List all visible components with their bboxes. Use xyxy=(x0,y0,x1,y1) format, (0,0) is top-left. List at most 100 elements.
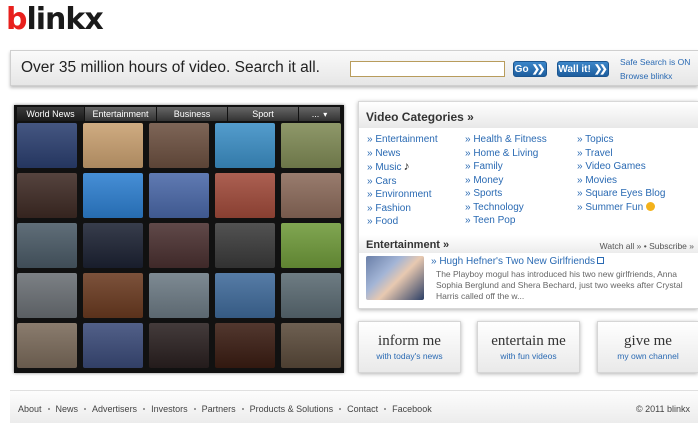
give-me-subtitle: my own channel xyxy=(617,351,679,361)
category-link-health-fitness[interactable]: » Health & Fitness xyxy=(465,133,577,147)
search-input[interactable] xyxy=(350,61,505,77)
footer-link-about[interactable]: About xyxy=(18,404,42,414)
video-categories-title[interactable]: Video Categories » xyxy=(359,102,698,128)
tab-more-label: ... xyxy=(311,109,320,119)
double-chevron-right-icon: ❯❯ xyxy=(531,63,546,75)
footer-separator xyxy=(84,408,87,410)
browse-blinkx-link[interactable]: Browse blinkx xyxy=(620,69,690,83)
category-link-sports[interactable]: » Sports xyxy=(465,187,577,201)
go-button[interactable]: Go ❯❯ xyxy=(513,61,547,77)
video-thumbnail[interactable] xyxy=(281,123,341,168)
subscribe-link[interactable]: Subscribe » xyxy=(649,241,694,251)
video-thumbnail[interactable] xyxy=(281,223,341,268)
video-thumbnail[interactable] xyxy=(17,173,77,218)
tab-world-news[interactable]: World News xyxy=(17,107,85,121)
video-thumbnail[interactable] xyxy=(17,273,77,318)
category-link-music[interactable]: » Music ♪ xyxy=(367,159,465,175)
category-column-1: » Entertainment » News » Music ♪ » Cars »… xyxy=(367,133,465,229)
footer-separator xyxy=(384,408,387,410)
video-thumbnail[interactable] xyxy=(83,223,143,268)
video-thumbnail[interactable] xyxy=(17,223,77,268)
footer-link-facebook[interactable]: Facebook xyxy=(392,404,432,414)
video-thumbnail[interactable] xyxy=(149,223,209,268)
entertain-me-button[interactable]: entertain me with fun videos xyxy=(477,321,580,373)
footer-separator xyxy=(193,408,196,410)
story-title: » Hugh Hefner's Two New Girlfriends xyxy=(431,256,596,267)
go-button-label: Go xyxy=(514,63,529,75)
footer-link-products-solutions[interactable]: Products & Solutions xyxy=(250,404,334,414)
video-thumbnail-grid xyxy=(17,123,341,368)
video-thumbnail[interactable] xyxy=(83,173,143,218)
story-title-link[interactable]: » Hugh Hefner's Two New Girlfriends xyxy=(431,256,693,267)
video-thumbnail[interactable] xyxy=(149,173,209,218)
video-thumbnail[interactable] xyxy=(215,123,275,168)
video-thumbnail[interactable] xyxy=(83,323,143,368)
category-link-home-living[interactable]: » Home & Living xyxy=(465,147,577,161)
inform-me-button[interactable]: inform me with today's news xyxy=(358,321,461,373)
wall-tabs: World News Entertainment Business Sport … xyxy=(17,107,341,121)
category-link-environment[interactable]: » Environment xyxy=(367,188,465,202)
category-link-news[interactable]: » News xyxy=(367,147,465,161)
entertain-me-title: entertain me xyxy=(491,333,566,349)
footer-link-news[interactable]: News xyxy=(56,404,79,414)
tab-more[interactable]: ... ▾ xyxy=(299,107,341,121)
video-thumbnail[interactable] xyxy=(149,273,209,318)
category-column-3: » Topics » Travel » Video Games » Movies… xyxy=(577,133,697,229)
search-bar: Over 35 million hours of video. Search i… xyxy=(10,50,698,86)
category-link-food[interactable]: » Food xyxy=(367,215,465,229)
summer-sun-icon xyxy=(646,201,656,211)
video-thumbnail[interactable] xyxy=(17,323,77,368)
category-link-video-games[interactable]: » Video Games xyxy=(577,160,697,174)
footer-link-partners[interactable]: Partners xyxy=(202,404,236,414)
footer-links: About News Advertisers Investors Partners Pro… xyxy=(18,404,432,414)
video-thumbnail[interactable] xyxy=(281,323,341,368)
category-link-square-eyes-blog[interactable]: » Square Eyes Blog xyxy=(577,187,697,201)
watch-all-link[interactable]: Watch all » xyxy=(600,241,642,251)
video-thumbnail[interactable] xyxy=(215,173,275,218)
video-thumbnail[interactable] xyxy=(17,123,77,168)
external-link-icon xyxy=(597,257,605,264)
video-thumbnail[interactable] xyxy=(149,323,209,368)
footer-link-advertisers[interactable]: Advertisers xyxy=(92,404,137,414)
category-link-travel[interactable]: » Travel xyxy=(577,147,697,161)
search-settings: Safe Search is ON Browse blinkx xyxy=(620,55,690,83)
video-thumbnail[interactable] xyxy=(281,273,341,318)
video-categories-panel: Video Categories » » Entertainment » New… xyxy=(358,101,698,309)
category-link-teen-pop[interactable]: » Teen Pop xyxy=(465,214,577,228)
video-thumbnail[interactable] xyxy=(215,223,275,268)
story-thumbnail[interactable] xyxy=(366,256,424,300)
category-link-movies[interactable]: » Movies xyxy=(577,174,697,188)
category-link-summer-fun[interactable]: » Summer Fun xyxy=(577,201,697,215)
category-link-technology[interactable]: » Technology xyxy=(465,201,577,215)
inform-me-subtitle: with today's news xyxy=(376,351,443,361)
footer-link-contact[interactable]: Contact xyxy=(347,404,378,414)
category-link-cars[interactable]: » Cars xyxy=(367,175,465,189)
category-link-fashion[interactable]: » Fashion xyxy=(367,202,465,216)
give-me-button[interactable]: give me my own channel xyxy=(597,321,698,373)
video-wall: World News Entertainment Business Sport … xyxy=(14,105,344,373)
wall-it-button[interactable]: Wall it! ❯❯ xyxy=(557,61,609,77)
tab-sport[interactable]: Sport xyxy=(228,107,299,121)
video-thumbnail[interactable] xyxy=(215,273,275,318)
video-thumbnail[interactable] xyxy=(149,123,209,168)
video-thumbnail[interactable] xyxy=(83,273,143,318)
category-link-money[interactable]: » Money xyxy=(465,174,577,188)
footer-link-investors[interactable]: Investors xyxy=(151,404,188,414)
video-thumbnail[interactable] xyxy=(83,123,143,168)
category-link-family[interactable]: » Family xyxy=(465,160,577,174)
category-link-entertainment[interactable]: » Entertainment xyxy=(367,133,465,147)
blinkx-logo[interactable]: b linkx xyxy=(6,2,104,37)
copyright: © 2011 blinkx xyxy=(636,404,690,414)
logo-text: linkx xyxy=(26,2,103,37)
footer-separator xyxy=(143,408,146,410)
category-link-topics[interactable]: » Topics xyxy=(577,133,697,147)
entertain-me-subtitle: with fun videos xyxy=(500,351,557,361)
video-thumbnail[interactable] xyxy=(281,173,341,218)
safe-search-link[interactable]: Safe Search is ON xyxy=(620,55,690,69)
entertainment-title[interactable]: Entertainment » xyxy=(366,239,449,251)
entertainment-story: » Hugh Hefner's Two New Girlfriends The … xyxy=(431,256,693,302)
tab-entertainment[interactable]: Entertainment xyxy=(85,107,157,121)
tab-business[interactable]: Business xyxy=(157,107,228,121)
story-description: The Playboy mogul has introduced his two… xyxy=(436,269,683,301)
video-thumbnail[interactable] xyxy=(215,323,275,368)
